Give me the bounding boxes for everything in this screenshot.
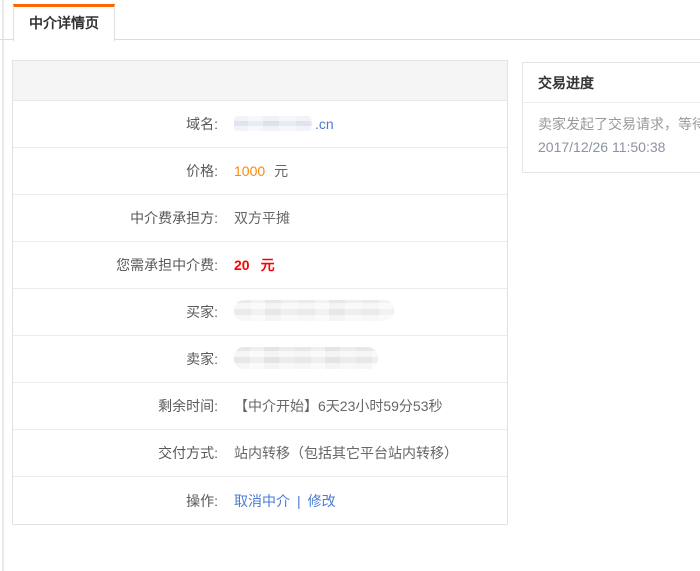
detail-row-remaining-time: 剩余时间: 【中介开始】6天23小时59分53秒 [13,383,507,430]
domain-label: 域名: [13,114,218,134]
buyer-value [218,300,394,324]
page-left-divider [2,0,4,571]
actions-label: 操作: [13,491,218,511]
delivery-method-label: 交付方式: [13,443,218,463]
cancel-intermediary-link[interactable]: 取消中介 [234,493,290,509]
tab-intermediary-detail[interactable]: 中介详情页 [13,4,115,41]
buyer-label: 买家: [13,302,218,322]
detail-row-your-fee: 您需承担中介费: 20 元 [13,242,507,289]
detail-row-domain: 域名: .cn [13,101,507,148]
your-fee-amount: 20 [234,257,250,273]
seller-label: 卖家: [13,349,218,369]
your-fee-unit: 元 [261,257,275,273]
action-separator: | [297,493,301,509]
your-fee-value: 20 元 [218,255,275,275]
fee-bearer-label: 中介费承担方: [13,208,218,228]
progress-message: 卖家发起了交易请求，等待 [538,113,700,136]
redacted-buyer-name [234,300,394,321]
price-unit: 元 [274,163,288,179]
progress-panel-title: 交易进度 [523,63,700,103]
fee-bearer-value: 双方平摊 [218,208,290,228]
table-header-band [13,61,507,101]
modify-link[interactable]: 修改 [308,493,336,509]
detail-row-actions: 操作: 取消中介 | 修改 [13,477,507,524]
your-fee-label: 您需承担中介费: [13,255,218,275]
transaction-progress-panel: 交易进度 卖家发起了交易请求，等待 2017/12/26 11:50:38 [522,62,700,173]
intermediary-detail-table: 域名: .cn 价格: 1000 元 中介费承担方: 双方平摊 您需承担中介费: … [12,60,508,525]
tab-bar: 中介详情页 [0,0,700,40]
detail-row-fee-bearer: 中介费承担方: 双方平摊 [13,195,507,242]
detail-row-buyer: 买家: [13,289,507,336]
seller-value [218,347,378,372]
remaining-time-label: 剩余时间: [13,396,218,416]
domain-value: .cn [218,116,334,132]
detail-row-delivery-method: 交付方式: 站内转移（包括其它平台站内转移） [13,430,507,477]
delivery-method-value: 站内转移（包括其它平台站内转移） [218,443,458,463]
remaining-time-value: 【中介开始】6天23小时59分53秒 [218,396,443,416]
redacted-seller-name [234,347,378,369]
domain-suffix-link[interactable]: .cn [315,116,334,132]
price-value: 1000 元 [218,161,288,181]
price-label: 价格: [13,161,218,181]
progress-panel-body: 卖家发起了交易请求，等待 2017/12/26 11:50:38 [523,103,700,172]
redacted-domain-name [234,116,312,131]
tab-label: 中介详情页 [29,15,99,31]
detail-row-seller: 卖家: [13,336,507,383]
price-amount: 1000 [234,163,265,179]
actions-value: 取消中介 | 修改 [218,491,336,511]
progress-timestamp: 2017/12/26 11:50:38 [538,136,700,159]
detail-row-price: 价格: 1000 元 [13,148,507,195]
